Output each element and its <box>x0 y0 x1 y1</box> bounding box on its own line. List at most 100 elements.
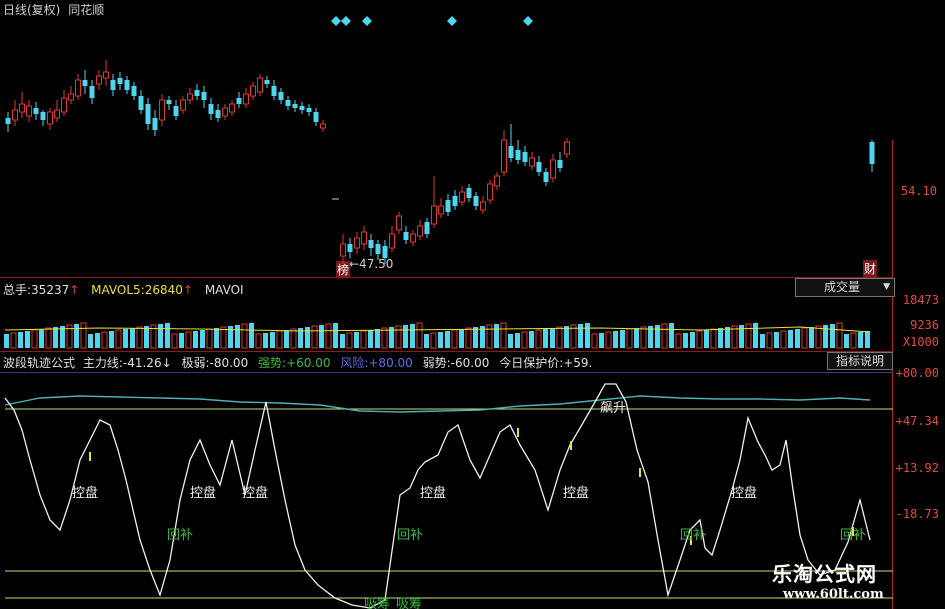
candle-body[interactable] <box>194 90 200 96</box>
candle-body[interactable] <box>159 99 165 121</box>
annotation-huibu: 回补 <box>167 528 193 543</box>
candle-body[interactable] <box>396 215 402 231</box>
candle-body[interactable] <box>438 205 444 215</box>
candle-body[interactable] <box>173 106 179 116</box>
diamond-marker-icon[interactable] <box>341 16 351 26</box>
candle-body[interactable] <box>222 107 228 117</box>
candle-body[interactable] <box>347 244 353 252</box>
candle-body[interactable] <box>466 188 472 198</box>
candle-body[interactable] <box>61 97 67 113</box>
candle-body[interactable] <box>271 86 277 96</box>
volume-bar <box>241 323 248 349</box>
candle-body[interactable] <box>82 80 88 86</box>
volume-bar <box>276 330 283 349</box>
candle-body[interactable] <box>299 106 305 110</box>
candle-body[interactable] <box>529 157 535 167</box>
candle-body[interactable] <box>424 222 430 234</box>
candle-body[interactable] <box>89 86 95 98</box>
candle-body[interactable] <box>452 196 458 206</box>
candle-body[interactable] <box>354 237 360 249</box>
candle-body[interactable] <box>96 75 102 85</box>
volume-bar <box>263 333 268 348</box>
candle-body[interactable] <box>250 85 256 97</box>
candle-body[interactable] <box>208 104 214 114</box>
candle-body[interactable] <box>285 100 291 106</box>
annotation-huibu: 回补 <box>840 528 866 543</box>
candle-body[interactable] <box>180 99 186 111</box>
candle-body[interactable] <box>473 196 479 206</box>
candle-body[interactable] <box>187 93 193 101</box>
candle-body[interactable] <box>550 159 556 179</box>
volume-bar <box>850 332 857 349</box>
candle-body[interactable] <box>306 108 312 112</box>
candle-body[interactable] <box>487 183 493 201</box>
candle-body[interactable] <box>201 92 207 100</box>
volume-bar <box>53 327 58 348</box>
volume-bar <box>710 328 717 349</box>
candle-body[interactable] <box>103 71 109 79</box>
candle-body[interactable] <box>236 98 242 104</box>
candle-body[interactable] <box>501 139 507 173</box>
diamond-marker-icon[interactable] <box>331 16 341 26</box>
candle-body[interactable] <box>292 104 298 108</box>
candle-body[interactable] <box>117 78 123 84</box>
candle-body[interactable] <box>75 79 81 97</box>
candle-body[interactable] <box>110 80 116 90</box>
candle-body[interactable] <box>68 93 74 101</box>
candle-body[interactable] <box>340 243 346 257</box>
volume-bar <box>473 327 478 348</box>
candle-body[interactable] <box>257 77 263 93</box>
volume-bar <box>465 327 472 349</box>
candle-body[interactable] <box>459 191 465 203</box>
candle-body[interactable] <box>138 96 144 110</box>
candle-body[interactable] <box>382 246 388 258</box>
volume-bar <box>130 328 135 348</box>
candle-body[interactable] <box>431 205 437 225</box>
candle-body[interactable] <box>166 100 172 104</box>
candle-body[interactable] <box>215 110 221 118</box>
candle-body[interactable] <box>410 233 416 243</box>
volume-bar <box>809 327 814 348</box>
candle-body[interactable] <box>40 112 46 120</box>
candle-body[interactable] <box>131 86 137 96</box>
candle-body[interactable] <box>368 240 374 248</box>
candle-body[interactable] <box>389 233 395 249</box>
volume-bar <box>753 323 758 348</box>
candle-body[interactable] <box>12 109 18 121</box>
diamond-marker-icon[interactable] <box>447 16 457 26</box>
candle-body[interactable] <box>152 118 158 130</box>
candle-body[interactable] <box>26 105 32 117</box>
candle-body[interactable] <box>264 80 270 84</box>
candle-body[interactable] <box>564 141 570 155</box>
candle-body[interactable] <box>543 172 549 182</box>
candle-body[interactable] <box>403 232 409 240</box>
candle-body[interactable] <box>19 103 25 113</box>
annotation-kongpan: 控盘 <box>190 485 216 501</box>
candle-body[interactable] <box>243 93 249 105</box>
watermark-title: 乐淘公式网 <box>772 562 877 586</box>
diamond-marker-icon[interactable] <box>523 16 533 26</box>
diamond-marker-icon[interactable] <box>362 16 372 26</box>
candle-body[interactable] <box>320 123 326 129</box>
candle-body[interactable] <box>557 160 563 168</box>
candle-body[interactable] <box>229 103 235 113</box>
candle-body[interactable] <box>494 175 500 187</box>
candle-body[interactable] <box>47 111 53 125</box>
candle-body[interactable] <box>417 225 423 237</box>
candle-body[interactable] <box>313 112 319 122</box>
candle-body[interactable] <box>445 200 451 212</box>
candle-body[interactable] <box>145 104 151 124</box>
candle-body[interactable] <box>278 92 284 100</box>
candle-body[interactable] <box>54 109 60 119</box>
candle-body[interactable] <box>522 152 528 162</box>
candle-body[interactable] <box>33 108 39 114</box>
candle-body[interactable] <box>480 201 486 211</box>
candle-body[interactable] <box>124 80 130 90</box>
candle-body[interactable] <box>361 231 367 245</box>
candle-body[interactable] <box>869 142 875 164</box>
candle-body[interactable] <box>515 150 521 160</box>
candle-body[interactable] <box>375 244 381 254</box>
candle-body[interactable] <box>508 146 514 158</box>
candle-body[interactable] <box>536 162 542 172</box>
candle-body[interactable] <box>5 118 11 124</box>
